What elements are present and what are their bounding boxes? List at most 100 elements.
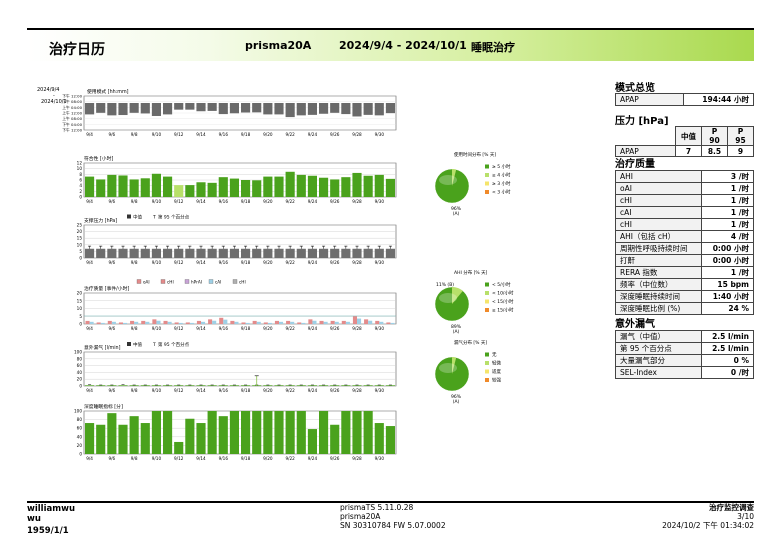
pressure-bar xyxy=(229,248,239,258)
quality-row: cAI 1 /时 xyxy=(615,206,754,219)
pressure-header-row: 中值 P 90 P 95 xyxy=(615,126,754,146)
x-tick-label: 9/4 xyxy=(86,260,93,265)
x-tick-label: 9/24 xyxy=(308,199,318,204)
compliance-bar xyxy=(374,174,384,197)
overview-hours: 194:44 小时 xyxy=(683,93,754,106)
compliance-bar xyxy=(352,172,362,197)
event-bar-cai xyxy=(89,321,94,324)
pie-legend-label: ≥ 4 小时 xyxy=(492,172,511,179)
pressure-bar xyxy=(263,248,273,258)
pie-legend-label: 适度 xyxy=(492,368,501,375)
event-bar-cai xyxy=(323,321,328,324)
deep-sleep-bar xyxy=(207,411,217,454)
event-bar-cai xyxy=(223,319,228,324)
compliance-bar xyxy=(330,179,340,197)
pressure-bar xyxy=(319,248,329,258)
usage-time-tick: 下午 08:00 xyxy=(62,99,82,104)
quality-value: 0:00 小时 xyxy=(701,254,754,267)
y-tick-label: 15 xyxy=(77,298,83,303)
chart-title: 意外漏气 [l/min] xyxy=(84,344,121,351)
event-bar-oai xyxy=(386,322,391,324)
x-tick-label: 9/24 xyxy=(308,132,318,137)
compliance-bar xyxy=(274,176,284,197)
y-tick-label: 0 xyxy=(79,452,82,457)
compliance-bar xyxy=(363,175,373,197)
deep-sleep-bar xyxy=(129,416,139,454)
pressure-bar xyxy=(129,248,139,258)
legend-median-label: 中值 xyxy=(133,214,142,221)
x-tick-label: 9/8 xyxy=(131,199,138,204)
chart-title: 深度睡眠指标 [分] xyxy=(84,403,123,410)
x-tick-label: 9/30 xyxy=(375,326,385,331)
leak-bar xyxy=(241,385,251,386)
event-bar-oai xyxy=(107,320,112,324)
compliance-bar xyxy=(96,179,106,197)
usage-bar xyxy=(363,103,373,115)
x-tick-label: 9/28 xyxy=(352,199,362,204)
compliance-bar xyxy=(107,174,117,197)
x-tick-label: 9/16 xyxy=(219,326,229,331)
deep-sleep-bar xyxy=(296,411,306,454)
x-tick-label: 9/20 xyxy=(263,199,273,204)
leak-bar xyxy=(185,385,195,386)
event-bar-cai xyxy=(256,321,261,324)
overview-title: 模式总览 xyxy=(615,83,655,94)
x-tick-label: 9/22 xyxy=(285,388,295,393)
quality-value: 1:40 小时 xyxy=(701,290,754,303)
y-tick-label: 40 xyxy=(77,434,83,439)
event-bar-oai xyxy=(185,322,190,324)
event-bar-oai xyxy=(297,322,302,324)
usage-bar xyxy=(140,103,150,114)
x-tick-label: 9/30 xyxy=(375,456,385,461)
event-bar-cai xyxy=(167,321,172,324)
x-tick-label: 9/14 xyxy=(196,388,206,393)
x-tick-label: 9/22 xyxy=(285,199,295,204)
usage-bar xyxy=(174,103,184,110)
leak-bar xyxy=(218,385,228,386)
x-tick-label: 9/26 xyxy=(330,388,340,393)
patient-dob: 1959/1/1 xyxy=(27,526,69,536)
deep-sleep-bar xyxy=(196,423,206,454)
event-bar-cai xyxy=(301,322,306,324)
x-tick-label: 9/14 xyxy=(196,456,206,461)
leak-bar xyxy=(140,385,150,386)
x-tick-label: 9/12 xyxy=(174,326,184,331)
leak-bar xyxy=(319,385,329,386)
pressure-bar xyxy=(151,248,161,258)
usage-bar xyxy=(263,103,273,115)
x-tick-label: 9/22 xyxy=(285,326,295,331)
compliance-bar xyxy=(196,182,206,197)
usage-time-tick: 上午 12:00 xyxy=(62,111,82,116)
legend-p95-marker: T xyxy=(152,215,156,221)
y-tick-label: 80 xyxy=(77,417,83,422)
x-tick-label: 9/18 xyxy=(241,260,251,265)
event-bar-cai xyxy=(145,321,150,324)
pie-legend-label: < 10/小时 xyxy=(492,290,514,297)
pressure-bar xyxy=(252,248,262,258)
compliance-bar xyxy=(241,180,251,197)
quality-label: AHI（包括 cH） xyxy=(615,230,702,243)
leak-bar xyxy=(352,385,362,386)
pressure-bar xyxy=(85,248,95,258)
quality-row: oAI 1 /时 xyxy=(615,182,754,195)
pie-legend-swatch xyxy=(485,299,489,304)
y-tick-label: 80 xyxy=(77,356,83,361)
x-tick-label: 9/12 xyxy=(174,388,184,393)
pressure-head-p90: P 90 xyxy=(701,126,728,146)
x-tick-label: 9/22 xyxy=(285,456,295,461)
x-tick-label: 9/10 xyxy=(152,132,162,137)
leak-bar xyxy=(107,385,117,386)
quality-table: AHI 3 /时 oAI 1 /时 cHI 1 /时 cAI 1 /时 cHI 1 /时 AHI（包… xyxy=(615,170,754,315)
quality-value: 0:00 小时 xyxy=(701,242,754,255)
y-tick-label: 6 xyxy=(79,178,82,183)
quality-row: cHI 1 /时 xyxy=(615,218,754,231)
leak-bar xyxy=(229,385,239,386)
pie-label-main-class: (A) xyxy=(453,399,460,405)
leak-bar xyxy=(163,385,173,386)
y-tick-label: 5 xyxy=(79,249,82,254)
compliance-bar xyxy=(319,177,329,197)
x-tick-label: 9/8 xyxy=(131,132,138,137)
pressure-bar xyxy=(207,248,217,258)
event-bar-cai xyxy=(123,322,128,324)
x-tick-label: 9/24 xyxy=(308,260,318,265)
